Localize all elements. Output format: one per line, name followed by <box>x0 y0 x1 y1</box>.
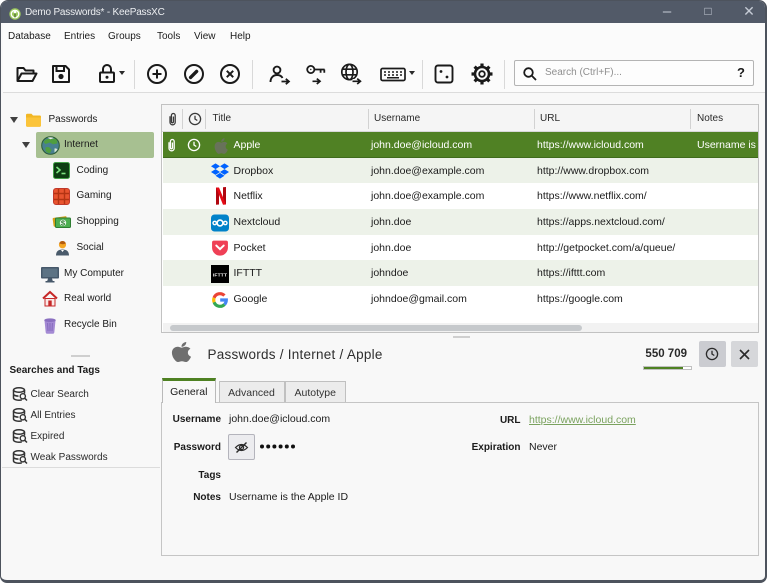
svg-text:IFTTT: IFTTT <box>213 272 227 278</box>
